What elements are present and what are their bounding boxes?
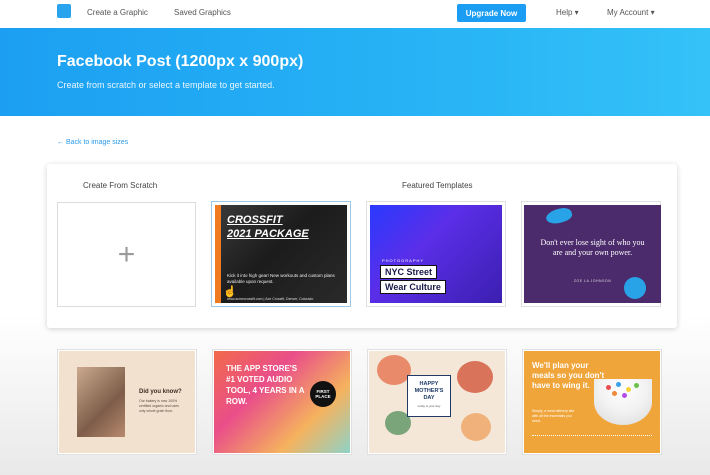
plus-icon: + [117, 237, 136, 271]
template-app-store[interactable]: THE APP STORE'S #1 VOTED AUDIO TOOL, 4 Y… [212, 349, 352, 455]
template-meals-preview: We'll plan your meals so you don't have … [524, 351, 660, 453]
nav-my-account[interactable]: My Account ▾ [607, 8, 655, 17]
first-place-badge: FIRST PLACE [310, 381, 336, 407]
nav-help[interactable]: Help ▾ [556, 8, 579, 17]
circle-shape-icon [624, 277, 646, 299]
upgrade-button[interactable]: Upgrade Now [457, 4, 526, 22]
template-quote-preview: Don't ever lose sight of who you are and… [524, 205, 661, 303]
flower-icon [457, 361, 493, 393]
flower-icon [377, 355, 411, 385]
create-from-scratch-button[interactable]: + [57, 202, 196, 307]
quote-text: Don't ever lose sight of who you are and… [540, 238, 645, 257]
mothers-line1: HAPPY [419, 381, 439, 387]
template-app-store-preview: THE APP STORE'S #1 VOTED AUDIO TOOL, 4 Y… [214, 351, 350, 453]
template-nyc-preview: PHOTOGRAPHY NYC Street Wear Culture [370, 205, 502, 303]
crossfit-title: CROSSFIT 2021 PACKAGE [227, 213, 309, 241]
content-area: ← Back to image sizes Create From Scratc… [0, 116, 710, 475]
template-crossfit[interactable]: CROSSFIT 2021 PACKAGE Kick it into high … [211, 201, 351, 307]
bakery-photo [77, 367, 125, 437]
template-did-you-know[interactable]: Did you know? Our bakery is now 100% cer… [57, 349, 197, 455]
template-nyc[interactable]: PHOTOGRAPHY NYC Street Wear Culture [366, 201, 506, 307]
app-store-text: THE APP STORE'S #1 VOTED AUDIO TOOL, 4 Y… [226, 364, 305, 406]
mothers-line3: DAY [423, 395, 435, 401]
template-mothers-day[interactable]: HAPPY MOTHER'S DAY today is your day [367, 349, 507, 455]
crossfit-footer: www.acmecrossfit.com | Ace Crossfit, Den… [227, 297, 314, 301]
flower-icon [461, 413, 491, 441]
scratch-heading: Create From Scratch [83, 181, 158, 190]
nyc-small-label: PHOTOGRAPHY [382, 258, 425, 263]
top-nav: Create a Graphic Saved Graphics Upgrade … [0, 0, 710, 28]
blob-shape-icon [544, 205, 574, 228]
template-did-you-know-preview: Did you know? Our bakery is now 100% cer… [59, 351, 195, 453]
crossfit-desc: Kick it into high gear! New workouts and… [227, 273, 335, 284]
meals-sub: Simply, a meal delivery site with all th… [532, 409, 575, 423]
crossfit-title-line2: 2021 PACKAGE [227, 228, 309, 240]
template-quote[interactable]: Don't ever lose sight of who you are and… [521, 201, 661, 307]
template-panel: Create From Scratch Featured Templates +… [47, 164, 677, 328]
meals-footer-divider [532, 435, 652, 437]
mothers-line2: MOTHER'S [414, 388, 444, 394]
page-subtitle: Create from scratch or select a template… [57, 80, 275, 90]
featured-heading: Featured Templates [402, 181, 473, 190]
back-to-image-sizes-link[interactable]: ← Back to image sizes [57, 139, 128, 146]
template-crossfit-preview: CROSSFIT 2021 PACKAGE Kick it into high … [215, 205, 347, 303]
mothers-day-card: HAPPY MOTHER'S DAY today is your day [407, 375, 451, 417]
template-mothers-day-preview: HAPPY MOTHER'S DAY today is your day [369, 351, 505, 453]
cereal-bowl-icon [594, 379, 652, 425]
dyk-text: Our bakery is now 100% certified organic… [139, 399, 179, 413]
app-logo-icon[interactable] [57, 4, 74, 21]
nav-create-graphic[interactable]: Create a Graphic [87, 8, 148, 17]
crossfit-title-line1: CROSSFIT [227, 214, 283, 226]
nyc-line1: NYC Street [380, 265, 438, 279]
nav-saved-graphics[interactable]: Saved Graphics [174, 8, 231, 17]
mothers-sub: today is your day [417, 404, 441, 408]
template-meals[interactable]: We'll plan your meals so you don't have … [522, 349, 662, 455]
nyc-line2: Wear Culture [380, 280, 446, 294]
page-title: Facebook Post (1200px x 900px) [57, 53, 304, 70]
hero-banner: Facebook Post (1200px x 900px) Create fr… [0, 28, 710, 116]
dyk-title: Did you know? [139, 389, 182, 395]
